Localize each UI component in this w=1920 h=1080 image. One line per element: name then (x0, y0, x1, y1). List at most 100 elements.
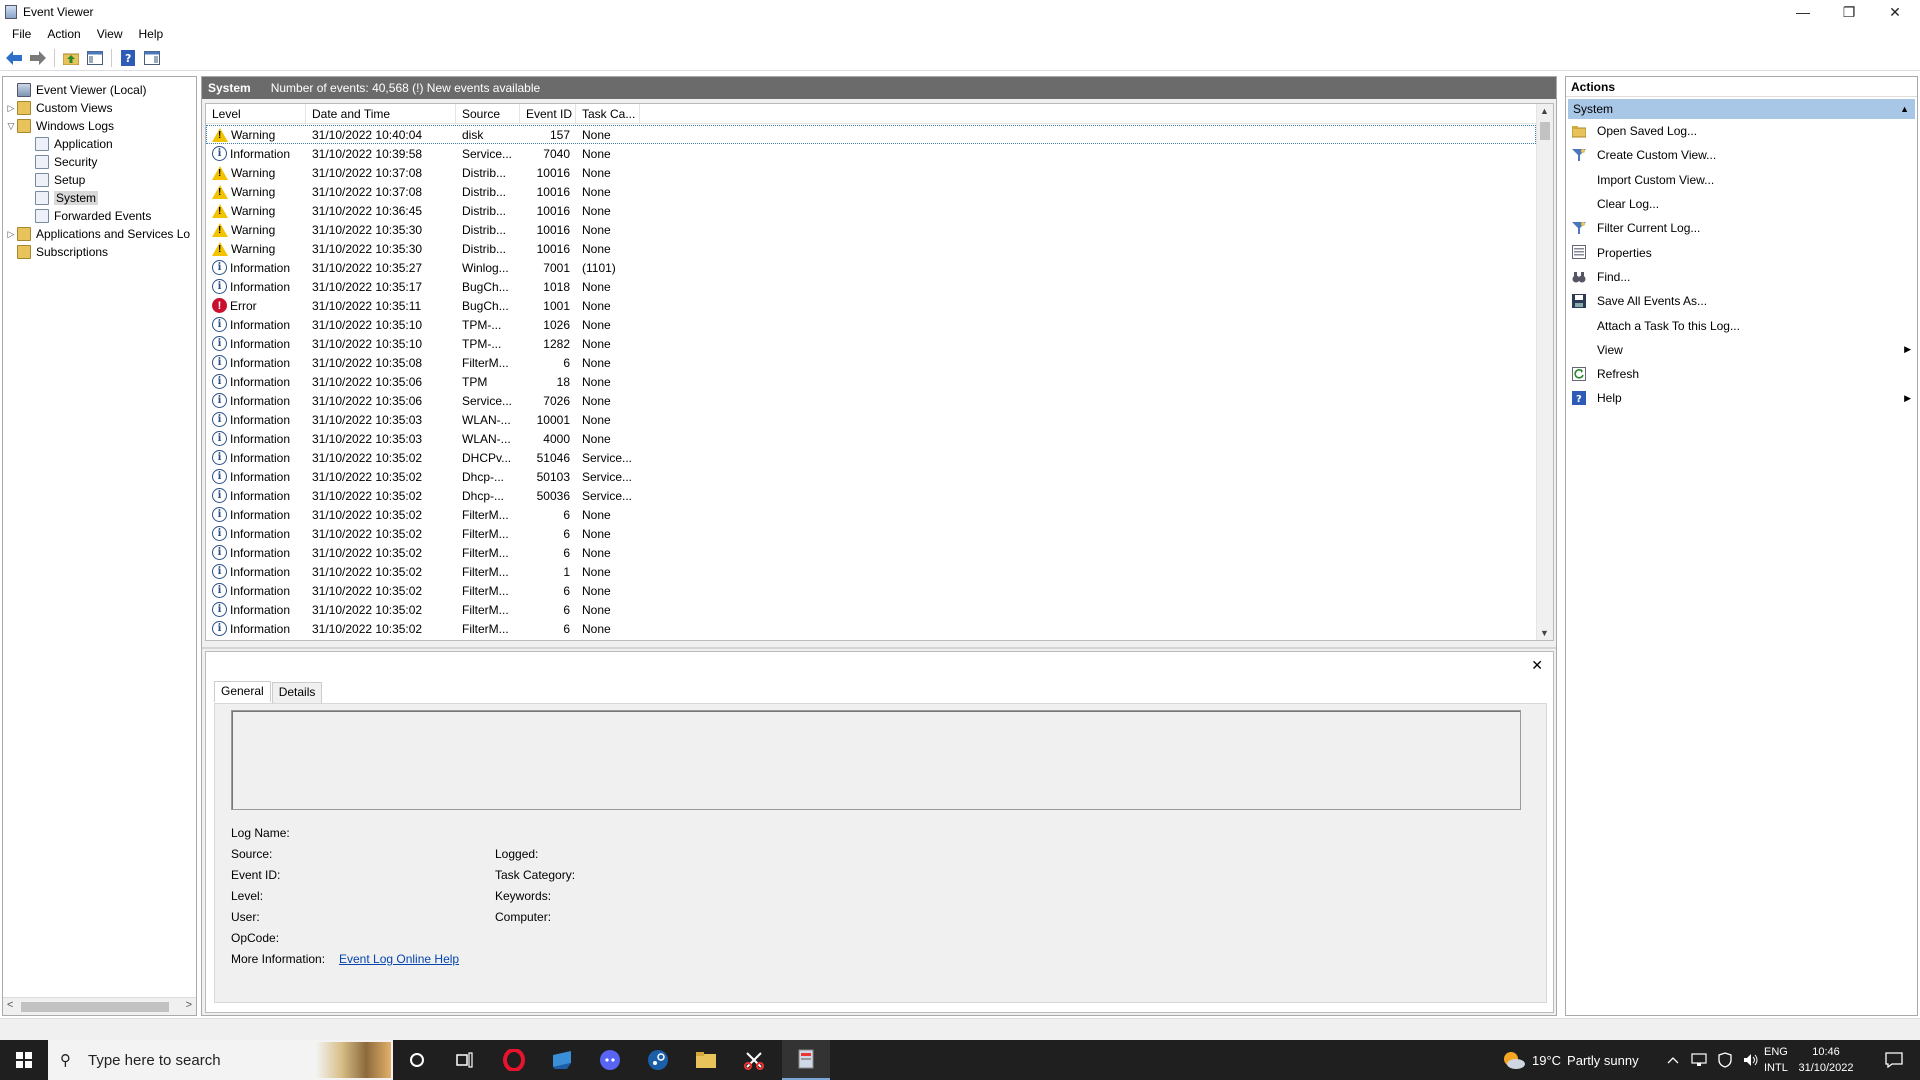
event-row[interactable]: i Information 31/10/2022 10:35:03 WLAN-... 4… (206, 429, 1536, 448)
event-row[interactable]: Warning 31/10/2022 10:36:45 Distrib... 1001… (206, 201, 1536, 220)
menu-view[interactable]: View (91, 27, 129, 41)
actions-group-system[interactable]: System ▲ (1568, 99, 1915, 119)
tree-item-system[interactable]: System (23, 189, 99, 207)
menu-file[interactable]: File (6, 27, 37, 41)
event-row[interactable]: i Information 31/10/2022 10:35:06 Service..… (206, 391, 1536, 410)
restore-button[interactable]: ❐ (1826, 0, 1872, 24)
event-row[interactable]: i Information 31/10/2022 10:35:02 DHCPv... 5… (206, 448, 1536, 467)
column-source[interactable]: Source (456, 104, 520, 124)
task-view-icon[interactable] (441, 1040, 489, 1080)
volume-icon[interactable] (1738, 1040, 1764, 1080)
tab-general[interactable]: General (214, 681, 271, 702)
action-help[interactable]: ? Help ▶ (1566, 386, 1917, 410)
action-clear-log[interactable]: Clear Log... (1566, 192, 1917, 216)
tree-item-subscriptions[interactable]: Subscriptions (5, 243, 108, 261)
up-folder-button[interactable] (61, 48, 81, 68)
tab-details[interactable]: Details (271, 682, 323, 703)
event-row[interactable]: i Information 31/10/2022 10:35:06 TPM 18 None (206, 372, 1536, 391)
scroll-right-arrow-icon[interactable]: > (186, 999, 192, 1011)
events-vertical-scrollbar[interactable]: ▲ ▼ (1536, 104, 1553, 640)
taskbar-clock[interactable]: 10:46 31/10/2022 (1786, 1044, 1866, 1076)
event-row[interactable]: Warning 31/10/2022 10:37:08 Distrib... 1001… (206, 163, 1536, 182)
tree-item-security[interactable]: Security (23, 153, 97, 171)
action-find[interactable]: Find... (1566, 265, 1917, 289)
event-row[interactable]: i Information 31/10/2022 10:35:02 FilterM..… (206, 562, 1536, 581)
scroll-up-arrow-icon[interactable]: ▲ (1540, 106, 1549, 116)
minimize-button[interactable]: — (1780, 0, 1826, 24)
event-row[interactable]: i Information 31/10/2022 10:35:02 FilterM..… (206, 581, 1536, 600)
event-row[interactable]: i Information 31/10/2022 10:35:02 FilterM..… (206, 600, 1536, 619)
action-save-all-events-as[interactable]: Save All Events As... (1566, 289, 1917, 313)
scroll-thumb[interactable] (21, 1002, 169, 1012)
tree-item-applications-and-services-lo[interactable]: ▷ Applications and Services Lo (5, 225, 190, 243)
tree-horizontal-scrollbar[interactable]: < > (3, 997, 196, 1015)
tree-item-windows-logs[interactable]: ▽ Windows Logs (5, 117, 114, 135)
input-language-indicator[interactable]: ENG INTL (1764, 1044, 1788, 1076)
action-attach-a-task-to-this-log[interactable]: Attach a Task To this Log... (1566, 313, 1917, 337)
tree-item-custom-views[interactable]: ▷ Custom Views (5, 99, 112, 117)
event-row[interactable]: i Information 31/10/2022 10:35:08 FilterM..… (206, 353, 1536, 372)
event-row[interactable]: Warning 31/10/2022 10:35:30 Distrib... 1001… (206, 239, 1536, 258)
action-refresh[interactable]: Refresh (1566, 362, 1917, 386)
scroll-thumb[interactable] (1540, 122, 1550, 140)
event-row[interactable]: i Information 31/10/2022 10:35:02 Dhcp-... 5… (206, 467, 1536, 486)
start-button[interactable] (0, 1040, 48, 1080)
column-level[interactable]: Level (206, 104, 306, 124)
event-viewer-taskbar-icon[interactable] (782, 1040, 830, 1080)
event-row[interactable]: i Information 31/10/2022 10:35:02 Dhcp-... 5… (206, 486, 1536, 505)
tree-item-event-viewer-local[interactable]: Event Viewer (Local) (5, 81, 147, 99)
show-hidden-icons-chevron-icon[interactable] (1660, 1040, 1686, 1080)
action-open-saved-log[interactable]: Open Saved Log... (1566, 119, 1917, 143)
pane-splitter[interactable] (202, 647, 1556, 649)
show-hide-tree-button[interactable] (85, 48, 105, 68)
taskbar-search-box[interactable]: ⚲ Type here to search (48, 1040, 393, 1080)
column-date-time[interactable]: Date and Time (306, 104, 456, 124)
close-button[interactable]: ✕ (1872, 0, 1918, 24)
forward-button[interactable] (28, 48, 48, 68)
collapse-chevron-icon[interactable]: ▽ (5, 121, 17, 132)
help-button[interactable]: ? (118, 48, 138, 68)
menu-action[interactable]: Action (41, 27, 86, 41)
steam-icon[interactable] (634, 1040, 682, 1080)
weather-widget[interactable]: 19°C Partly sunny (1500, 1040, 1639, 1080)
app-icon-blue[interactable] (538, 1040, 586, 1080)
event-row[interactable]: i Information 31/10/2022 10:35:03 WLAN-... 1… (206, 410, 1536, 429)
event-row[interactable]: i Information 31/10/2022 10:35:02 FilterM..… (206, 505, 1536, 524)
event-row[interactable]: i Information 31/10/2022 10:35:10 TPM-... 12… (206, 334, 1536, 353)
event-log-online-help-link[interactable]: Event Log Online Help (339, 952, 459, 966)
snipping-tool-icon[interactable] (730, 1040, 778, 1080)
action-create-custom-view[interactable]: Create Custom View... (1566, 143, 1917, 167)
event-description-box[interactable] (231, 710, 1521, 810)
tree-item-setup[interactable]: Setup (23, 171, 85, 189)
notifications-icon[interactable] (1870, 1040, 1918, 1080)
scroll-left-arrow-icon[interactable]: < (7, 999, 13, 1011)
action-view[interactable]: View ▶ (1566, 338, 1917, 362)
event-row[interactable]: Warning 31/10/2022 10:40:04 disk 157 None (206, 125, 1536, 144)
expand-chevron-icon[interactable]: ▷ (5, 103, 17, 114)
column-task-category[interactable]: Task Ca... (576, 104, 640, 124)
discord-icon[interactable] (586, 1040, 634, 1080)
action-filter-current-log[interactable]: Filter Current Log... (1566, 216, 1917, 240)
show-hide-action-pane-button[interactable] (142, 48, 162, 68)
detail-close-icon[interactable]: ✕ (1531, 657, 1543, 674)
collapse-arrow-icon[interactable]: ▲ (1900, 99, 1909, 119)
event-row[interactable]: i Information 31/10/2022 10:35:02 FilterM..… (206, 524, 1536, 543)
column-event-id[interactable]: Event ID (520, 104, 576, 124)
security-shield-icon[interactable] (1712, 1040, 1738, 1080)
event-row[interactable]: ! Error 31/10/2022 10:35:11 BugCh... 1001 Non… (206, 296, 1536, 315)
event-row[interactable]: Warning 31/10/2022 10:37:08 Distrib... 1001… (206, 182, 1536, 201)
file-explorer-icon[interactable] (682, 1040, 730, 1080)
event-row[interactable]: i Information 31/10/2022 10:35:17 BugCh... 1… (206, 277, 1536, 296)
event-row[interactable]: i Information 31/10/2022 10:35:02 FilterM..… (206, 543, 1536, 562)
event-row[interactable]: i Information 31/10/2022 10:35:10 TPM-... 10… (206, 315, 1536, 334)
event-row[interactable]: i Information 31/10/2022 10:35:02 FilterM..… (206, 619, 1536, 638)
action-import-custom-view[interactable]: Import Custom View... (1566, 168, 1917, 192)
back-button[interactable] (4, 48, 24, 68)
network-icon[interactable] (1686, 1040, 1712, 1080)
event-row[interactable]: i Information 31/10/2022 10:39:58 Service..… (206, 144, 1536, 163)
event-row[interactable]: Warning 31/10/2022 10:35:30 Distrib... 1001… (206, 220, 1536, 239)
event-row[interactable]: i Information 31/10/2022 10:35:27 Winlog...… (206, 258, 1536, 277)
scroll-down-arrow-icon[interactable]: ▼ (1540, 628, 1549, 638)
cortana-icon[interactable] (393, 1040, 441, 1080)
expand-chevron-icon[interactable]: ▷ (5, 229, 17, 240)
